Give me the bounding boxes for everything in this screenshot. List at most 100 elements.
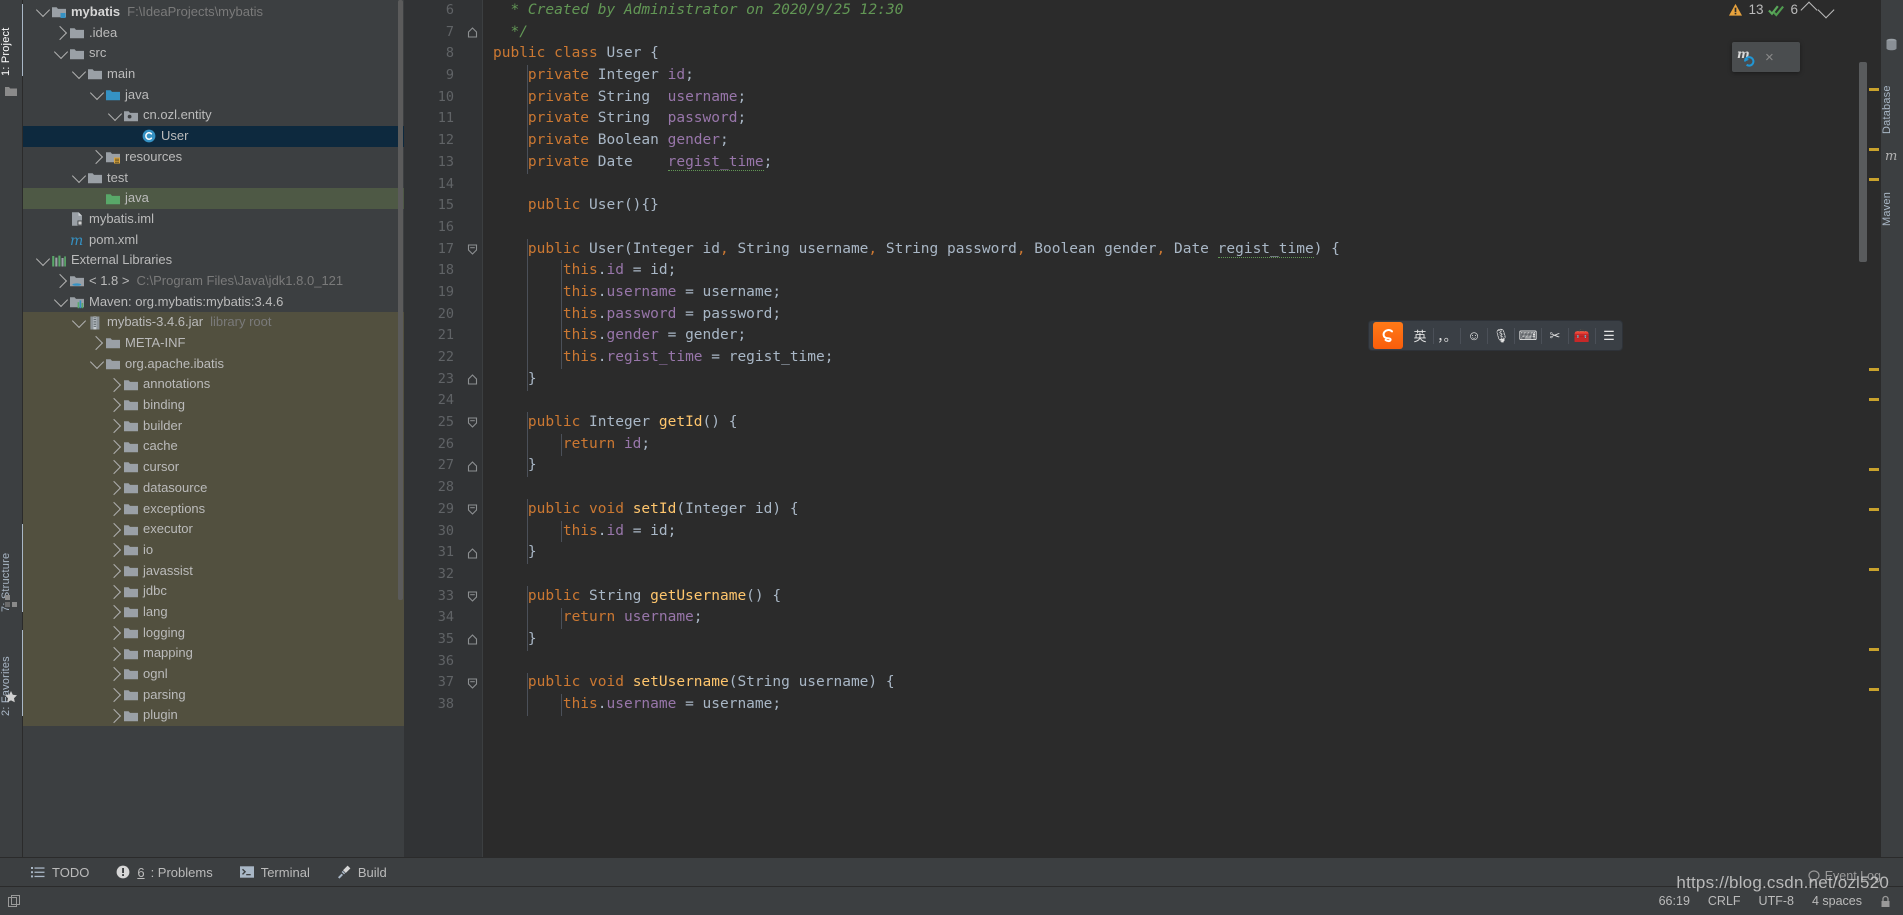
chevron-down-icon[interactable] bbox=[53, 292, 68, 308]
event-log-button[interactable]: Event Log bbox=[1808, 869, 1881, 883]
chevron-right-icon[interactable] bbox=[106, 460, 122, 475]
tree-node-jdbc[interactable]: jdbc bbox=[23, 581, 404, 602]
code-line[interactable]: private Date regist_time; bbox=[493, 152, 1868, 174]
code-line[interactable]: public User(){} bbox=[493, 195, 1868, 217]
indent-setting[interactable]: 4 spaces bbox=[1812, 894, 1862, 908]
fold-end-icon[interactable] bbox=[467, 634, 478, 645]
code-line[interactable] bbox=[493, 651, 1868, 673]
ime-menu[interactable]: ☰ bbox=[1596, 321, 1622, 350]
sogou-logo-icon[interactable] bbox=[1373, 322, 1403, 349]
sogou-ime-toolbar[interactable]: 英，。 ☺ 🎙 ⌨ ✂ 🧰 ☰ bbox=[1368, 320, 1623, 351]
status-left-icon[interactable] bbox=[8, 894, 22, 908]
chevron-down-icon[interactable] bbox=[35, 3, 50, 18]
chevron-down-icon[interactable] bbox=[107, 106, 122, 121]
code-line[interactable]: */ bbox=[493, 22, 1868, 44]
fold-end-icon[interactable] bbox=[467, 26, 478, 38]
tree-node-user[interactable]: User bbox=[23, 126, 404, 147]
bottom-tab-terminal[interactable]: Terminal bbox=[239, 864, 310, 880]
favorites-star-icon[interactable] bbox=[4, 690, 18, 704]
chevron-right-icon[interactable] bbox=[88, 336, 104, 351]
code-line[interactable]: this.password = password; bbox=[493, 304, 1868, 326]
code-line[interactable]: this.id = id; bbox=[493, 260, 1868, 282]
project-tree[interactable]: mybatis F:\IdeaProjects\mybatis .idea src ma… bbox=[23, 0, 404, 727]
code-line[interactable]: return username; bbox=[493, 607, 1868, 629]
chevron-right-icon[interactable] bbox=[106, 584, 122, 599]
chevron-down-icon[interactable] bbox=[71, 313, 86, 328]
maven-reload-icon[interactable]: m bbox=[1737, 47, 1759, 67]
bottom-tab-build[interactable]: Build bbox=[336, 864, 387, 880]
tree-node-test[interactable]: test bbox=[23, 168, 404, 189]
chevron-right-icon[interactable] bbox=[106, 625, 122, 641]
chevron-right-icon[interactable] bbox=[106, 501, 122, 516]
code-line[interactable]: this.regist_time = regist_time; bbox=[493, 347, 1868, 369]
fold-collapse-icon[interactable] bbox=[467, 504, 478, 515]
sidebar-item-maven[interactable]: Maven bbox=[1881, 168, 1903, 226]
chevron-right-icon[interactable] bbox=[88, 150, 104, 165]
next-highlight-icon[interactable] bbox=[1817, 1, 1835, 18]
tree-node-lang[interactable]: lang bbox=[23, 601, 404, 623]
fold-collapse-icon[interactable] bbox=[467, 244, 478, 255]
code-line[interactable]: private Boolean gender; bbox=[493, 130, 1868, 152]
code-line[interactable]: } bbox=[493, 542, 1868, 564]
tree-node-ognl[interactable]: ognl bbox=[23, 664, 404, 685]
ime-voice-input[interactable]: 🎙 bbox=[1488, 321, 1514, 350]
bottom-tool-window-bar[interactable]: TODO 6: Problems Terminal Build bbox=[0, 857, 1903, 886]
chevron-right-icon[interactable] bbox=[106, 543, 122, 558]
tree-node-io[interactable]: io bbox=[23, 539, 404, 561]
chevron-right-icon[interactable] bbox=[106, 687, 122, 703]
chevron-right-icon[interactable] bbox=[106, 708, 122, 723]
ime-toolbox[interactable]: 🧰 bbox=[1569, 321, 1595, 350]
structure-icon[interactable] bbox=[4, 594, 18, 608]
tree-node-executor[interactable]: executor bbox=[23, 519, 404, 540]
code-line[interactable]: } bbox=[493, 455, 1868, 477]
tree-node-mybatis-iml[interactable]: mybatis.iml bbox=[23, 209, 404, 230]
tree-node-javassist[interactable]: javassist bbox=[23, 560, 404, 582]
code-line[interactable]: return id; bbox=[493, 434, 1868, 456]
tree-node-binding[interactable]: binding bbox=[23, 395, 404, 416]
code-line[interactable]: private String password; bbox=[493, 108, 1868, 130]
chevron-down-icon[interactable] bbox=[89, 86, 104, 101]
chevron-right-icon[interactable] bbox=[106, 439, 122, 454]
tree-node-mybatis-3-4-6-jar[interactable]: mybatis-3.4.6.jar library root bbox=[23, 312, 404, 333]
tree-node-logging[interactable]: logging bbox=[23, 622, 404, 644]
bottom-tab-todo[interactable]: TODO bbox=[30, 864, 89, 880]
database-icon[interactable] bbox=[1885, 38, 1899, 52]
chevron-down-icon[interactable] bbox=[71, 168, 86, 183]
maven-icon[interactable]: m bbox=[1885, 148, 1899, 162]
tree-node-meta-inf[interactable]: META-INF bbox=[23, 333, 404, 354]
tree-node-mapping[interactable]: mapping bbox=[23, 643, 404, 664]
code-line[interactable]: this.gender = gender; bbox=[493, 325, 1868, 347]
editor-code-text[interactable]: * Created by Administrator on 2020/9/25 … bbox=[482, 0, 1868, 857]
code-line[interactable]: public class User { bbox=[493, 43, 1868, 65]
code-line[interactable]: public Integer getId() { bbox=[493, 412, 1868, 434]
tree-node-parsing[interactable]: parsing bbox=[23, 684, 404, 706]
project-tool-window[interactable]: mybatis F:\IdeaProjects\mybatis .idea src ma… bbox=[23, 0, 404, 857]
close-icon[interactable]: × bbox=[1765, 49, 1774, 66]
chevron-down-icon[interactable] bbox=[35, 251, 50, 266]
bottom-tab-problems[interactable]: 6: Problems bbox=[115, 864, 213, 880]
editor-marker-bar[interactable] bbox=[1868, 0, 1880, 857]
inspection-status-widget[interactable]: 13 6 bbox=[1728, 1, 1835, 18]
code-line[interactable]: public void setId(Integer id) { bbox=[493, 499, 1868, 521]
code-line[interactable]: public String getUsername() { bbox=[493, 586, 1868, 608]
lock-icon[interactable] bbox=[1880, 895, 1891, 908]
tree-node-java[interactable]: java bbox=[23, 188, 404, 209]
fold-collapse-icon[interactable] bbox=[467, 678, 478, 689]
tree-node-builder[interactable]: builder bbox=[23, 415, 404, 437]
tree-node-exceptions[interactable]: exceptions bbox=[23, 498, 404, 520]
line-separator[interactable]: CRLF bbox=[1708, 894, 1741, 908]
code-line[interactable] bbox=[493, 477, 1868, 499]
tree-node-main[interactable]: main bbox=[23, 64, 404, 85]
ime-screenshot[interactable]: ✂ bbox=[1542, 321, 1568, 350]
chevron-right-icon[interactable] bbox=[106, 563, 122, 578]
chevron-right-icon[interactable] bbox=[106, 377, 122, 392]
code-line[interactable]: this.username = username; bbox=[493, 694, 1868, 716]
code-line[interactable]: private String username; bbox=[493, 87, 1868, 109]
chevron-down-icon[interactable] bbox=[71, 65, 86, 80]
tree-node-idea[interactable]: .idea bbox=[23, 23, 404, 44]
project-files-icon[interactable] bbox=[4, 84, 18, 98]
tree-node-datasource[interactable]: datasource bbox=[23, 477, 404, 499]
chevron-right-icon[interactable] bbox=[106, 398, 122, 413]
tree-node-src[interactable]: src bbox=[23, 43, 404, 64]
tree-node-mybatis[interactable]: mybatis F:\IdeaProjects\mybatis bbox=[23, 2, 404, 23]
